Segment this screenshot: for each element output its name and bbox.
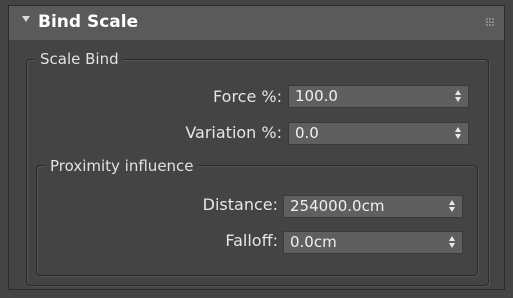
- proximity-influence-group: [36, 165, 478, 276]
- spin-up-icon[interactable]: [455, 127, 461, 132]
- distance-label: Distance:: [202, 195, 278, 214]
- spin-up-icon[interactable]: [455, 90, 461, 95]
- variation-input[interactable]: [289, 123, 446, 144]
- force-spinner[interactable]: [288, 85, 469, 108]
- spin-down-icon[interactable]: [455, 97, 461, 102]
- rollout-body: Scale Bind Force %: Variation %: Proximi…: [9, 40, 504, 289]
- falloff-spinner[interactable]: [283, 231, 463, 254]
- distance-spinner[interactable]: [283, 195, 463, 218]
- spin-down-icon[interactable]: [449, 207, 455, 212]
- variation-label: Variation %:: [185, 123, 282, 142]
- rollout-header[interactable]: Bind Scale: [9, 6, 504, 40]
- distance-spin-arrows-icon[interactable]: [449, 200, 457, 213]
- spin-down-icon[interactable]: [455, 134, 461, 139]
- falloff-label: Falloff:: [225, 231, 278, 250]
- falloff-spin-arrows-icon[interactable]: [449, 236, 457, 249]
- spin-down-icon[interactable]: [449, 243, 455, 248]
- drag-grip-icon[interactable]: [486, 18, 494, 26]
- proximity-influence-group-label: Proximity influence: [46, 157, 198, 175]
- bind-scale-rollout: Bind Scale Scale Bind Force %: Variation…: [8, 5, 505, 290]
- scale-bind-group-label: Scale Bind: [36, 50, 123, 68]
- force-label: Force %:: [213, 87, 282, 106]
- variation-spinner[interactable]: [288, 122, 469, 145]
- force-spin-arrows-icon[interactable]: [455, 90, 463, 103]
- distance-input[interactable]: [284, 196, 440, 217]
- rollout-title: Bind Scale: [38, 12, 139, 32]
- falloff-input[interactable]: [284, 232, 440, 253]
- force-input[interactable]: [289, 86, 446, 107]
- collapse-arrow-icon[interactable]: [22, 16, 30, 22]
- spin-up-icon[interactable]: [449, 236, 455, 241]
- variation-spin-arrows-icon[interactable]: [455, 127, 463, 140]
- spin-up-icon[interactable]: [449, 200, 455, 205]
